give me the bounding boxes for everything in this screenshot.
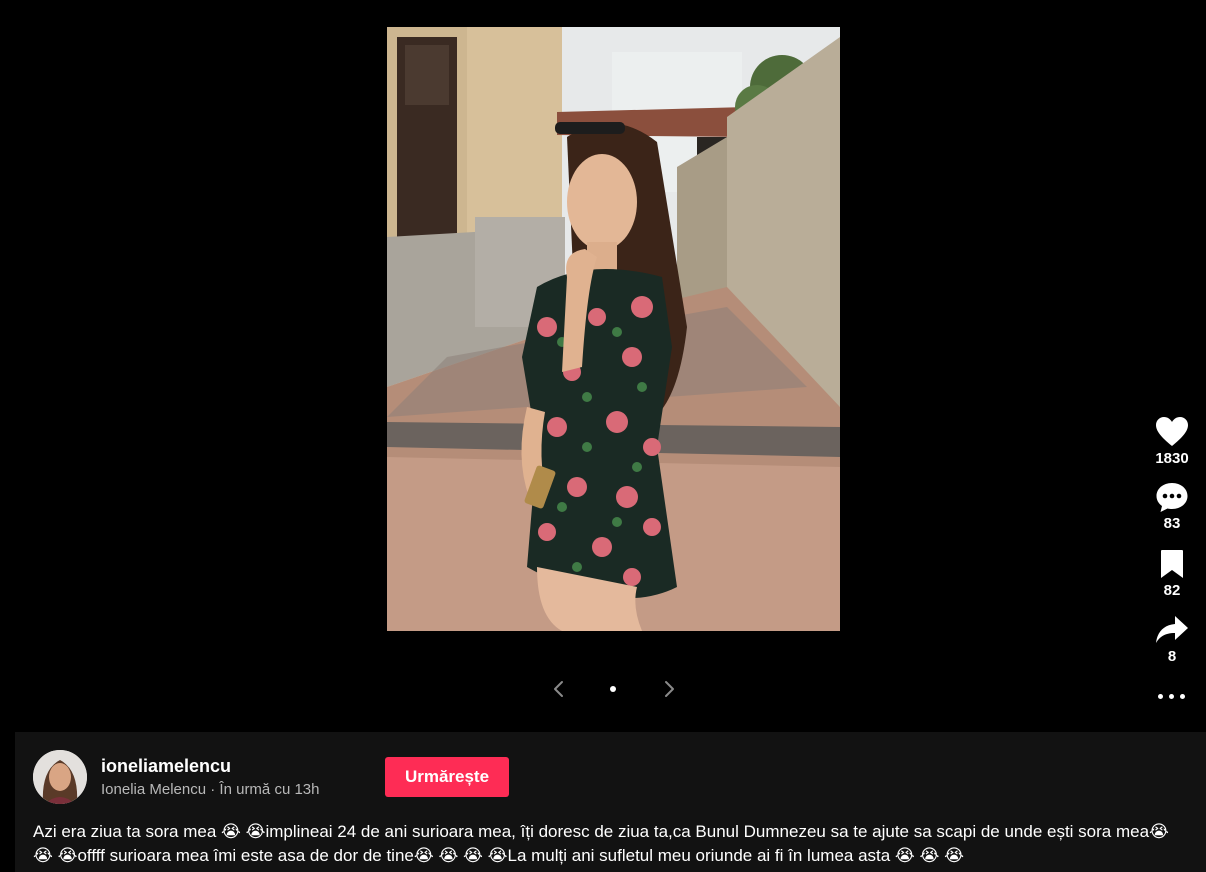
comment-count: 83	[1163, 515, 1181, 532]
comment-icon	[1156, 483, 1188, 512]
bookmark-count: 82	[1163, 582, 1181, 599]
photo-illustration	[387, 27, 840, 631]
share-button[interactable]: 8	[1148, 614, 1196, 665]
share-icon	[1156, 616, 1188, 643]
post-time: În urmă cu 13h	[219, 781, 320, 798]
chevron-left-icon	[554, 681, 563, 697]
more-icon-dot	[1169, 694, 1174, 699]
post-info-panel: ioneliamelencu Ionelia Melencu · În urmă…	[15, 732, 1206, 872]
like-button[interactable]: 1830	[1148, 416, 1196, 467]
heart-icon	[1156, 417, 1188, 446]
more-icon-dot	[1180, 694, 1185, 699]
avatar[interactable]	[33, 750, 87, 804]
author-display-name[interactable]: Ionelia Melencu	[101, 781, 206, 798]
author-meta: Ionelia Melencu · În urmă cu 13h	[101, 781, 319, 798]
author-username[interactable]: ioneliamelencu	[101, 756, 231, 777]
post-photo[interactable]	[387, 27, 840, 631]
avatar-image	[33, 750, 87, 804]
meta-separator: ·	[206, 781, 220, 798]
bookmark-icon	[1161, 550, 1183, 578]
carousel-next-button[interactable]	[656, 676, 682, 702]
carousel-dot-active[interactable]	[610, 686, 616, 692]
comment-button[interactable]: 83	[1148, 481, 1196, 532]
video-stage: 1830 83 82 8	[0, 0, 1206, 732]
share-count: 8	[1167, 648, 1177, 665]
like-count: 1830	[1155, 450, 1189, 467]
more-options-button[interactable]	[1152, 686, 1192, 706]
chevron-right-icon	[665, 681, 674, 697]
bookmark-button[interactable]: 82	[1148, 548, 1196, 599]
carousel-pager	[540, 676, 690, 702]
post-caption: Azi era ziua ta sora mea 😭 😭implineai 24…	[33, 822, 1169, 865]
more-icon	[1158, 694, 1163, 699]
follow-button[interactable]: Urmărește	[385, 757, 509, 797]
carousel-prev-button[interactable]	[546, 676, 572, 702]
